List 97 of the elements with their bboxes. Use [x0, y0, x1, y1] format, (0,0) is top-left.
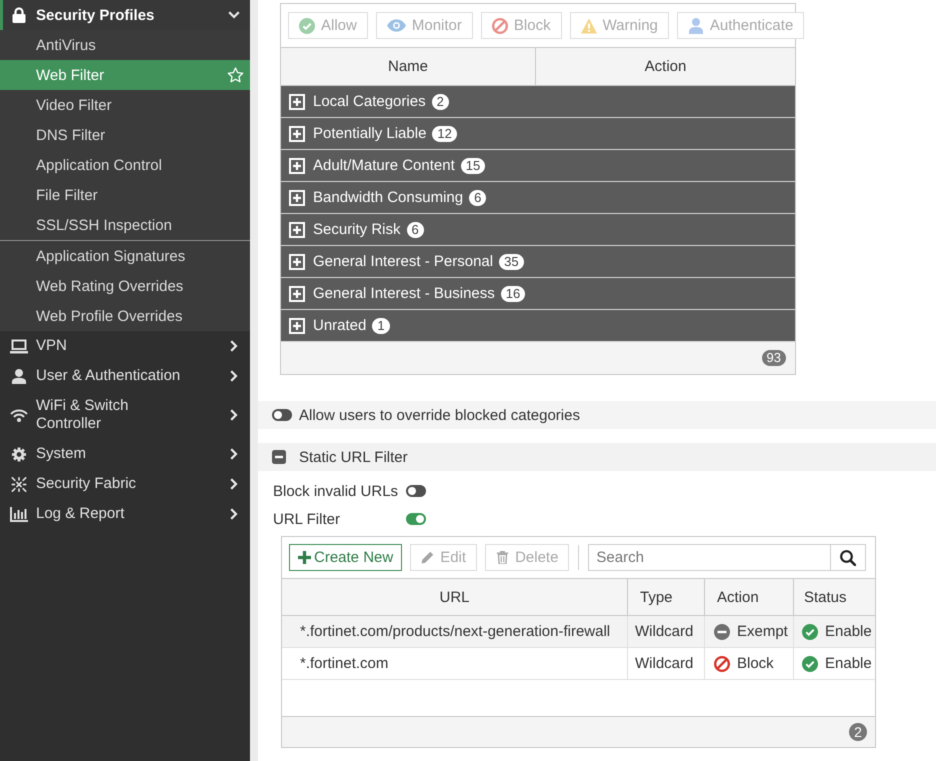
action-label: Exempt: [737, 623, 788, 640]
star-icon[interactable]: [227, 67, 244, 83]
count-badge: 15: [460, 158, 486, 174]
column-header[interactable]: Type: [628, 579, 705, 615]
minus-circle-icon: [714, 624, 730, 640]
category-name: Potentially Liable: [313, 125, 426, 142]
toggle-switch[interactable]: [272, 409, 292, 421]
category-name: Security Risk: [313, 221, 401, 238]
menu-item[interactable]: Log & Report: [0, 499, 250, 529]
category-row[interactable]: Adult/Mature Content 15: [281, 150, 795, 182]
table-row[interactable]: *.fortinet.com Wildcard Block Enable: [282, 648, 875, 680]
trash-icon: [496, 551, 510, 564]
user-icon: [688, 18, 704, 34]
menu-item[interactable]: SSL/SSH Inspection: [0, 210, 250, 240]
expand-icon[interactable]: [289, 254, 305, 270]
check-circle-icon: [299, 18, 315, 34]
menu-item[interactable]: Web Rating Overrides: [0, 271, 250, 301]
warning-icon: [580, 18, 597, 34]
collapse-icon[interactable]: [272, 450, 286, 464]
menu-item[interactable]: Web Filter: [0, 60, 250, 90]
menu-item[interactable]: VPN: [0, 331, 250, 361]
column-header[interactable]: URL: [282, 579, 628, 615]
menu-item[interactable]: WiFi & Switch Controller: [0, 391, 250, 439]
category-name: General Interest - Personal: [313, 253, 494, 270]
menu-item[interactable]: Application Control: [0, 150, 250, 180]
eye-icon: [386, 19, 406, 32]
column-header[interactable]: Action: [536, 48, 795, 85]
column-header[interactable]: Name: [281, 48, 536, 85]
menu-item[interactable]: DNS Filter: [0, 120, 250, 150]
expand-icon[interactable]: [289, 94, 305, 110]
expand-icon[interactable]: [289, 222, 305, 238]
category-name: General Interest - Business: [313, 285, 495, 302]
expand-icon[interactable]: [289, 318, 305, 334]
setting-label: URL Filter: [273, 510, 340, 528]
category-row[interactable]: Bandwidth Consuming 6: [281, 182, 795, 214]
pencil-icon: [421, 551, 434, 564]
count-badge: 6: [469, 190, 486, 206]
count-badge: 16: [500, 286, 526, 302]
count-badge: 12: [432, 126, 457, 142]
category-row[interactable]: Security Risk 6: [281, 214, 795, 246]
category-row[interactable]: Local Categories 2: [281, 86, 795, 118]
search-icon: [840, 550, 856, 566]
toggle-switch[interactable]: [406, 513, 426, 525]
menu-item[interactable]: AntiVirus: [0, 30, 250, 60]
status-label: Enable: [825, 655, 872, 672]
column-header[interactable]: Action: [705, 579, 794, 615]
category-row[interactable]: Potentially Liable 12: [281, 118, 795, 150]
bar-chart-icon: [10, 506, 28, 522]
prohibited-icon: [714, 656, 730, 672]
count-badge: 1: [372, 318, 390, 334]
option-label: Allow users to override blocked categories: [299, 406, 580, 424]
category-name: Unrated: [313, 317, 366, 334]
toggle-switch[interactable]: [406, 485, 426, 497]
category-name: Adult/Mature Content: [313, 157, 455, 174]
count-badge: 93: [762, 350, 786, 366]
count-badge: 35: [499, 254, 524, 270]
table-cell: Wildcard: [628, 648, 705, 679]
user-icon: [10, 368, 28, 384]
category-name: Local Categories: [313, 93, 426, 110]
setting-label: Block invalid URLs: [273, 482, 398, 500]
status-label: Enable: [825, 623, 872, 640]
lock-icon: [12, 7, 26, 23]
action-label: Block: [737, 655, 774, 672]
menu-item[interactable]: File Filter: [0, 180, 250, 210]
laptop-icon: [10, 338, 28, 354]
menu-item[interactable]: User & Authentication: [0, 361, 250, 391]
search-field[interactable]: Search: [588, 544, 832, 571]
table-cell: Wildcard: [628, 616, 705, 647]
expand-icon[interactable]: [289, 286, 305, 302]
category-row[interactable]: General Interest - Personal 35: [281, 246, 795, 278]
search-button[interactable]: [831, 544, 866, 571]
gear-icon: [10, 446, 28, 462]
menu-item[interactable]: Application Signatures: [0, 241, 250, 271]
menu-item[interactable]: Video Filter: [0, 90, 250, 120]
burst-icon: [10, 476, 28, 492]
count-badge: 2: [849, 723, 867, 741]
prohibited-icon: [492, 18, 508, 34]
expand-icon[interactable]: [289, 126, 305, 142]
column-header[interactable]: Status: [794, 579, 875, 615]
wifi-icon: [10, 408, 28, 422]
menu-group-header[interactable]: Security Profiles: [0, 0, 250, 30]
category-row[interactable]: Unrated 1: [281, 310, 795, 342]
menu-item[interactable]: Web Profile Overrides: [0, 301, 250, 331]
table-cell: *.fortinet.com: [282, 648, 628, 679]
section-title: Static URL Filter: [299, 448, 408, 466]
table-cell: *.fortinet.com/products/next-generation-firewall: [282, 616, 628, 647]
count-badge: 2: [432, 94, 449, 110]
count-badge: 6: [406, 222, 424, 238]
category-row[interactable]: General Interest - Business 16: [281, 278, 795, 310]
menu-item[interactable]: Security Fabric: [0, 469, 250, 499]
expand-icon[interactable]: [289, 190, 305, 206]
category-name: Bandwidth Consuming: [313, 189, 464, 206]
expand-icon[interactable]: [289, 158, 305, 174]
menu-item[interactable]: System: [0, 439, 250, 469]
table-row[interactable]: *.fortinet.com/products/next-generation-firewall Wildcard Exempt Enable: [282, 616, 875, 648]
plus-icon: [298, 551, 311, 564]
toolbar-button[interactable]: Create New: [289, 544, 402, 571]
